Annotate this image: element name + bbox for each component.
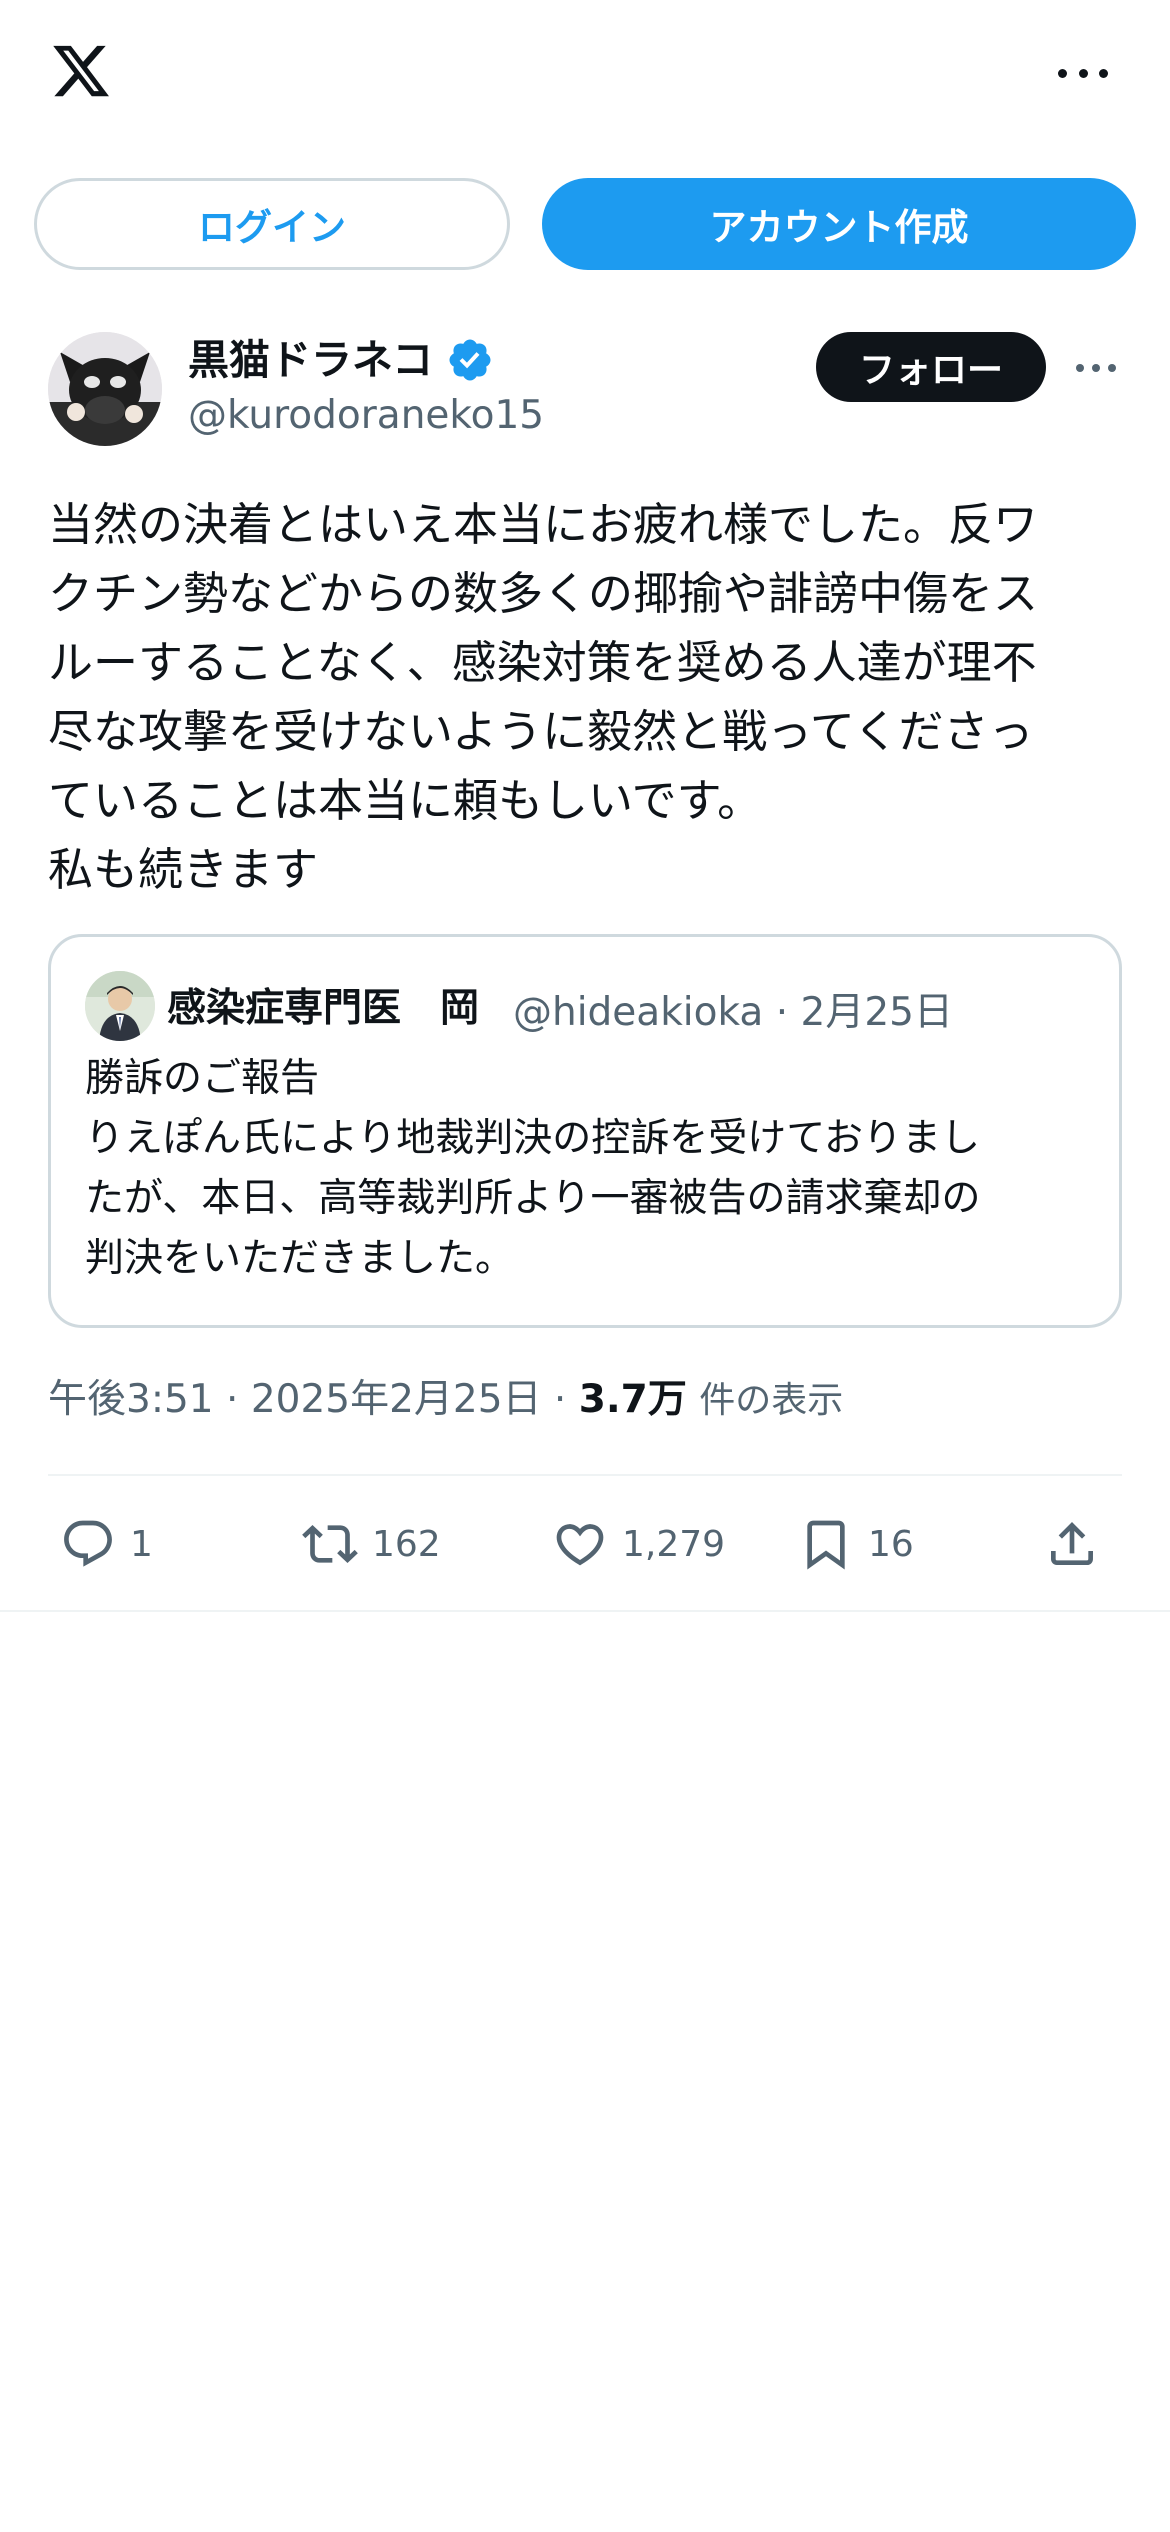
tweet-text-line: ていることは本当に頼もしいです。 bbox=[48, 774, 763, 827]
retweet-button[interactable]: 162 bbox=[302, 1508, 441, 1580]
retweet-count: 162 bbox=[372, 1523, 441, 1565]
quoted-tweet-text: 勝訴のご報告 りえぽん氏により地裁判決の控訴を受けておりまし たが、本日、高等裁… bbox=[85, 1049, 980, 1289]
follow-button[interactable]: フォロー bbox=[816, 332, 1046, 402]
share-button[interactable] bbox=[1044, 1508, 1100, 1580]
bookmark-button[interactable]: 16 bbox=[798, 1508, 914, 1580]
views-count: 3.7万 bbox=[578, 1377, 687, 1422]
reply-button[interactable]: 1 bbox=[60, 1508, 153, 1580]
auth-buttons: ログイン アカウント作成 bbox=[34, 178, 1136, 270]
bookmark-count: 16 bbox=[868, 1523, 914, 1565]
heart-icon bbox=[556, 1524, 604, 1566]
retweet-icon bbox=[302, 1525, 358, 1563]
tweet-text-line: 尽な攻撃を受けないように毅然と戦ってくださっ bbox=[48, 705, 1034, 758]
meta-separator: · bbox=[775, 990, 789, 1035]
quoted-text-line: たが、本日、高等裁判所より一審被告の請求棄却の bbox=[85, 1176, 981, 1221]
author-handle[interactable]: @kurodoraneko15 bbox=[188, 393, 544, 438]
tweet-date[interactable]: 2025年2月25日 bbox=[251, 1377, 542, 1422]
divider bbox=[0, 1610, 1170, 1612]
reply-count: 1 bbox=[130, 1523, 153, 1565]
x-logo-icon[interactable] bbox=[48, 40, 114, 102]
tweet-more-icon[interactable] bbox=[1076, 362, 1116, 374]
share-icon bbox=[1051, 1522, 1093, 1565]
tweet-text-line: ルーすることなく、感染対策を奨める人達が理不 bbox=[48, 636, 1037, 689]
tweet-text-line: クチン勢などからの数多くの揶揄や誹謗中傷をス bbox=[48, 567, 1039, 620]
verified-badge-icon bbox=[449, 339, 491, 381]
login-button[interactable]: ログイン bbox=[34, 178, 510, 270]
quoted-author-name[interactable]: 感染症専門医 岡 bbox=[167, 977, 479, 1033]
timestamp-separator: · bbox=[226, 1377, 239, 1422]
bookmark-icon bbox=[807, 1520, 845, 1570]
quoted-tweet-meta: @hideakioka · 2月25日 bbox=[513, 981, 953, 1037]
tweet-timestamp: 午後3:51 · 2025年2月25日 · 3.7万 件の表示 bbox=[48, 1368, 843, 1424]
like-button[interactable]: 1,279 bbox=[552, 1508, 725, 1580]
tweet-text-line: 当然の決着とはいえ本当にお疲れ様でした。反ワ bbox=[48, 498, 1039, 551]
quoted-text-line: 判決をいただきました。 bbox=[85, 1236, 515, 1281]
like-count: 1,279 bbox=[622, 1523, 726, 1565]
quoted-tweet-date[interactable]: 2月25日 bbox=[801, 990, 953, 1035]
more-options-icon[interactable] bbox=[1058, 58, 1108, 88]
quoted-text-line: 勝訴のご報告 bbox=[85, 1056, 320, 1101]
author-display-name[interactable]: 黒猫ドラネコ bbox=[188, 326, 433, 386]
quoted-text-line: りえぽん氏により地裁判決の控訴を受けておりまし bbox=[85, 1116, 981, 1161]
top-bar bbox=[0, 0, 1170, 150]
views-label: 件の表示 bbox=[699, 1380, 844, 1421]
quoted-author-avatar[interactable] bbox=[85, 971, 155, 1041]
quoted-tweet[interactable]: 感染症専門医 岡 @hideakioka · 2月25日 勝訴のご報告 りえぽん… bbox=[48, 934, 1122, 1328]
tweet-action-bar: 1 162 1,279 16 bbox=[0, 1508, 1170, 1580]
tweet-text: 当然の決着とはいえ本当にお疲れ様でした。反ワ クチン勢などからの数多くの揶揄や誹… bbox=[48, 490, 1124, 904]
author-avatar[interactable] bbox=[48, 332, 162, 446]
timestamp-separator: · bbox=[553, 1377, 567, 1422]
tweet-time[interactable]: 午後3:51 bbox=[48, 1377, 214, 1422]
reply-icon bbox=[64, 1520, 112, 1567]
create-account-button[interactable]: アカウント作成 bbox=[542, 178, 1136, 270]
tweet-text-line: 私も続きます bbox=[48, 843, 319, 896]
divider bbox=[48, 1474, 1122, 1476]
quoted-author-handle[interactable]: @hideakioka bbox=[513, 990, 763, 1035]
